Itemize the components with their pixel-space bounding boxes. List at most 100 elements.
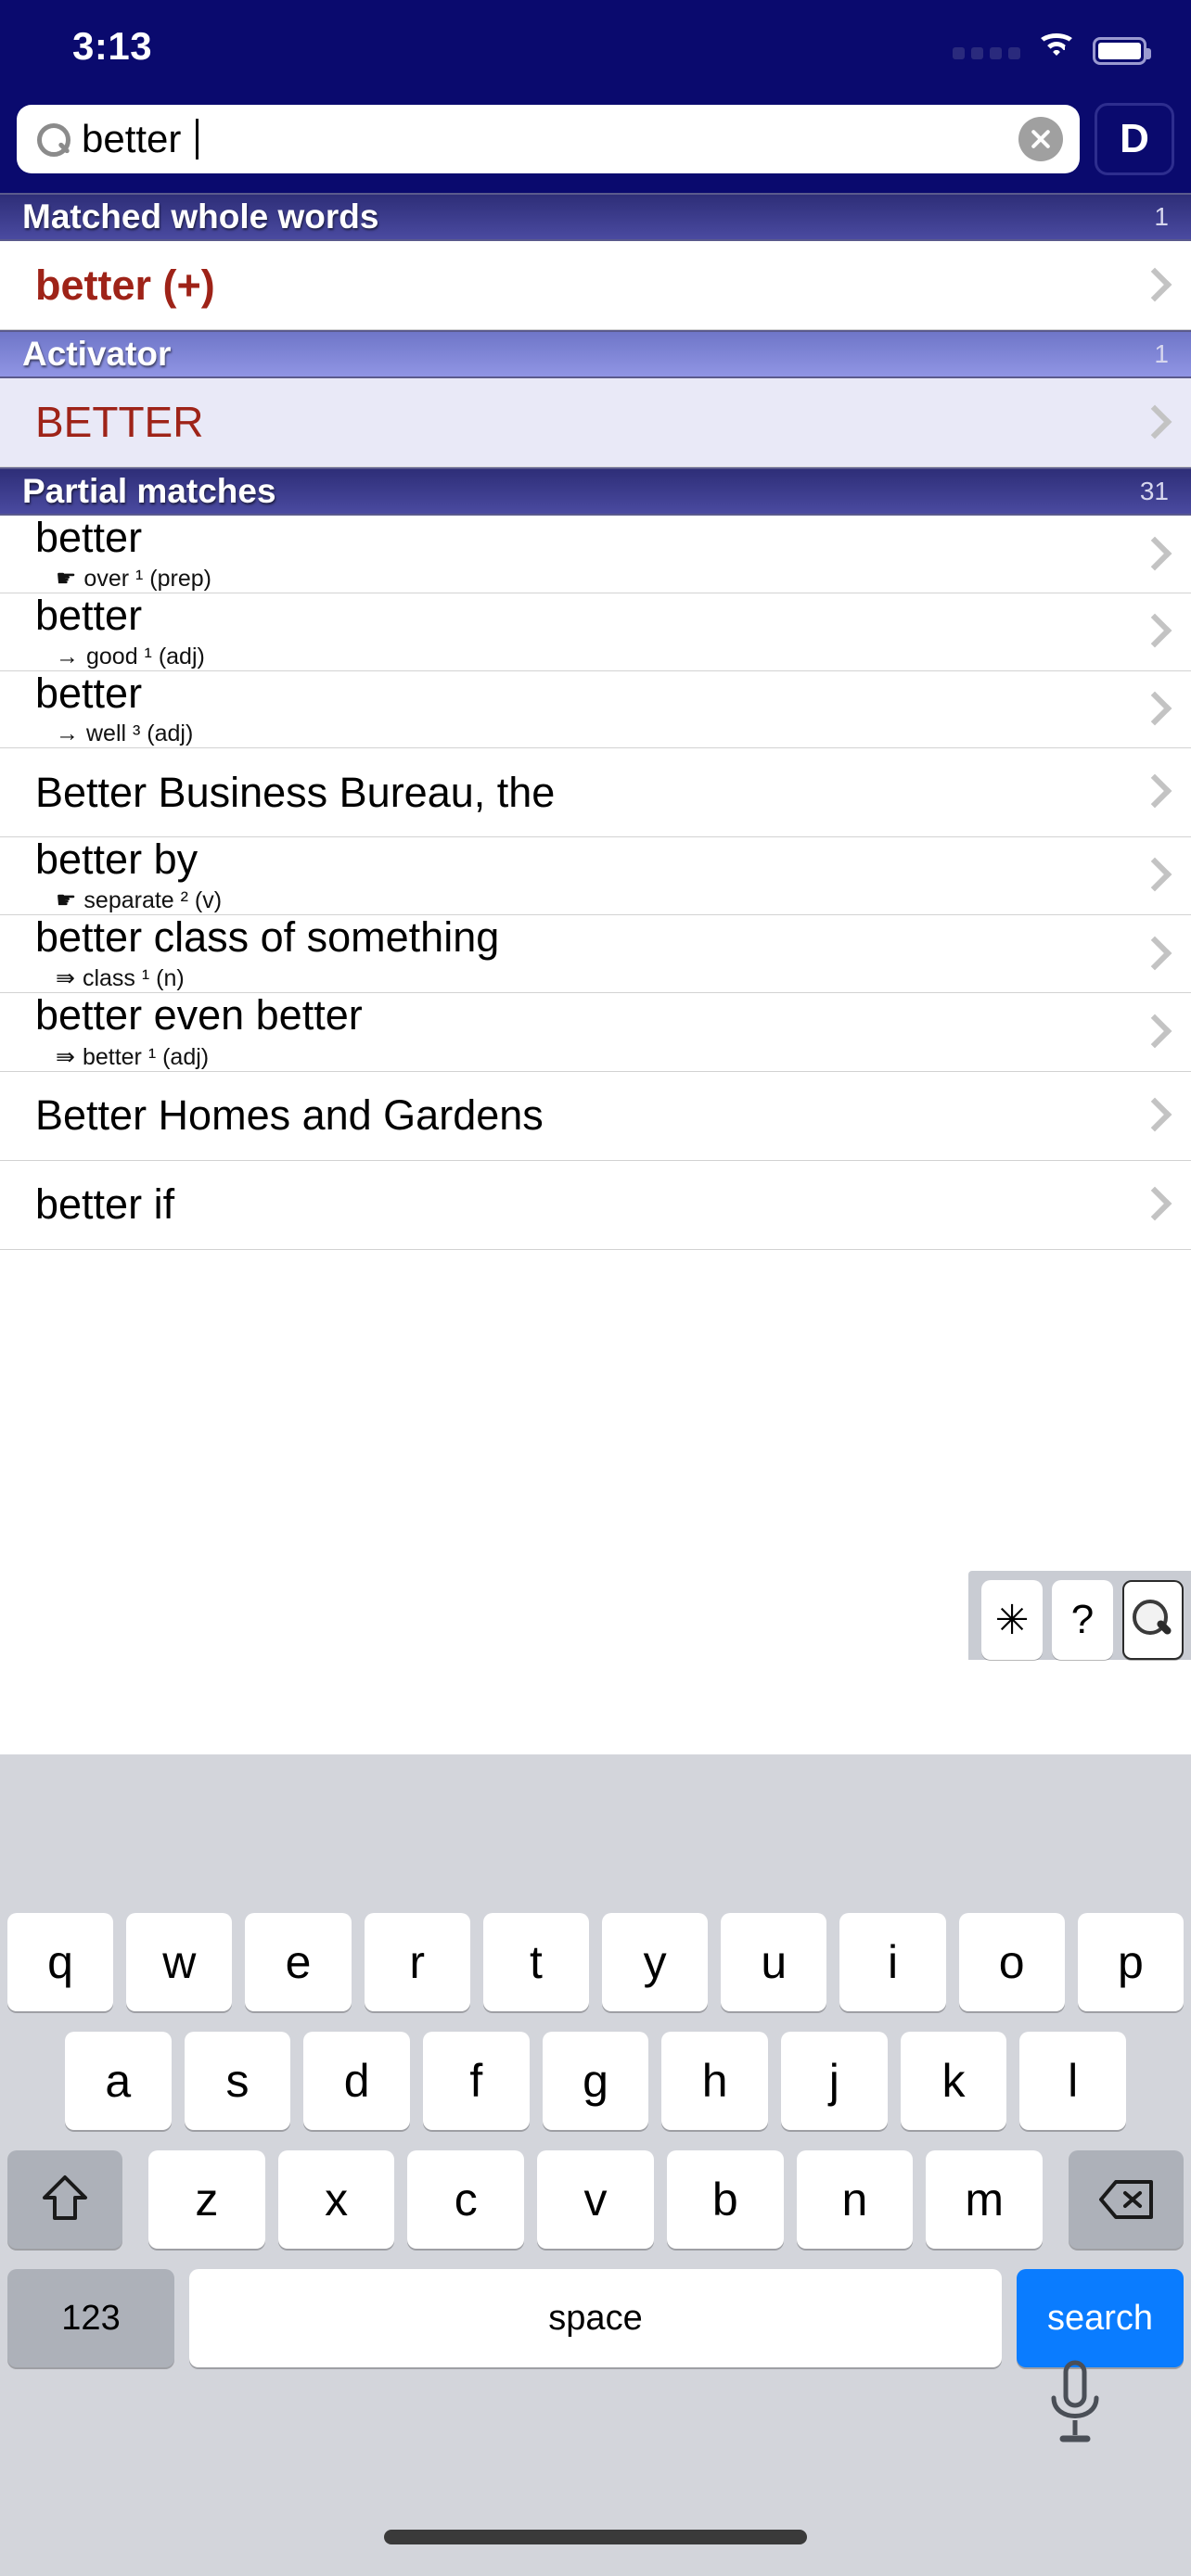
result-row[interactable]: better if (0, 1160, 1191, 1250)
result-row[interactable]: better ☛ over ¹ (prep) (0, 514, 1191, 594)
chevron-right-icon (1137, 616, 1169, 647)
search-input[interactable]: better (17, 105, 1080, 173)
chevron-right-icon (1137, 539, 1169, 570)
key-r[interactable]: r (364, 1913, 470, 2011)
pointing-hand-icon: ☛ (56, 887, 77, 913)
key-n[interactable]: n (796, 2150, 914, 2249)
home-indicator[interactable] (384, 2530, 807, 2544)
double-arrow-right-icon: ⇛ (56, 1043, 75, 1070)
key-q[interactable]: q (6, 1913, 114, 2011)
chevron-right-icon (1137, 270, 1169, 301)
result-subtitle: ⇛ better ¹ (adj) (35, 1043, 1124, 1071)
result-title: Better Business Bureau, the (35, 768, 556, 816)
key-u[interactable]: u (721, 1913, 827, 2011)
key-z[interactable]: z (148, 2150, 265, 2249)
key-m[interactable]: m (926, 2150, 1044, 2249)
key-h[interactable]: h (661, 2032, 769, 2130)
result-row[interactable]: Better Homes and Gardens (0, 1071, 1191, 1161)
dictionary-button[interactable]: D (1095, 103, 1174, 175)
on-screen-keyboard[interactable]: q w e r t y u i o p a s d f g h j k l z … (0, 1896, 1191, 2576)
backspace-key[interactable] (1069, 2150, 1184, 2249)
chevron-right-icon (1137, 860, 1169, 891)
microphone-icon[interactable] (1046, 2359, 1104, 2448)
result-title: better (35, 592, 143, 640)
results-list[interactable]: Matched whole words 1 better (+) Activat… (0, 193, 1191, 1754)
wildcard-asterisk-button[interactable]: ✳ (981, 1580, 1043, 1660)
key-a[interactable]: a (64, 2032, 172, 2130)
keyboard-row-3: z x c v b n m (0, 2150, 1191, 2249)
key-s[interactable]: s (184, 2032, 291, 2130)
search-mode-button[interactable] (1122, 1580, 1184, 1660)
section-count: 1 (1154, 339, 1169, 368)
key-y[interactable]: y (602, 1913, 709, 2011)
result-row[interactable]: better → well ³ (adj) (0, 669, 1191, 748)
section-title: Activator (22, 335, 172, 373)
result-subtitle: ☛ separate ² (v) (35, 886, 1124, 914)
keyboard-row-4: 123 space search (0, 2269, 1191, 2367)
key-i[interactable]: i (839, 1913, 946, 2011)
section-header-matched-whole-words: Matched whole words 1 (0, 193, 1191, 241)
result-subtitle: → well ³ (adj) (35, 721, 1124, 747)
result-title: better if (35, 1180, 175, 1229)
space-key[interactable]: space (189, 2269, 1002, 2367)
result-row[interactable]: better class of something ⇛ class ¹ (n) (0, 915, 1191, 994)
key-k[interactable]: k (900, 2032, 1007, 2130)
section-title: Matched whole words (22, 198, 379, 236)
key-g[interactable]: g (542, 2032, 649, 2130)
numbers-key[interactable]: 123 (7, 2269, 174, 2367)
search-icon (37, 123, 70, 157)
search-options-toolbar: ✳ ? (968, 1571, 1191, 1660)
key-w[interactable]: w (126, 1913, 233, 2011)
result-title: better (+) (35, 261, 215, 309)
key-b[interactable]: b (666, 2150, 784, 2249)
result-row[interactable]: Better Business Bureau, the (0, 747, 1191, 837)
key-l[interactable]: l (1019, 2032, 1127, 2130)
key-f[interactable]: f (423, 2032, 530, 2130)
result-title: better (35, 669, 143, 717)
result-row[interactable]: better even better ⇛ better ¹ (adj) (0, 991, 1191, 1072)
status-time: 3:13 (72, 24, 153, 68)
chevron-right-icon (1137, 1100, 1169, 1131)
key-t[interactable]: t (482, 1913, 589, 2011)
key-d[interactable]: d (303, 2032, 410, 2130)
result-row-better-plus[interactable]: better (+) (0, 241, 1191, 330)
result-row-activator-better[interactable]: BETTER (0, 378, 1191, 467)
wildcard-question-button[interactable]: ? (1052, 1580, 1113, 1660)
keyboard-row-2: a s d f g h j k l (0, 2032, 1191, 2130)
key-v[interactable]: v (537, 2150, 654, 2249)
key-c[interactable]: c (407, 2150, 525, 2249)
result-subtitle: → good ¹ (adj) (35, 644, 1124, 670)
result-subtitle-text: well ³ (adj) (86, 720, 194, 746)
chevron-right-icon (1137, 776, 1169, 808)
key-j[interactable]: j (781, 2032, 888, 2130)
chevron-right-icon (1137, 1189, 1169, 1220)
result-subtitle-text: over ¹ (prep) (83, 566, 211, 593)
battery-full-icon (1093, 37, 1151, 65)
status-indicators (953, 24, 1151, 65)
search-query-text: better (82, 117, 182, 160)
chevron-right-icon (1137, 1016, 1169, 1048)
section-header-partial-matches: Partial matches 31 (0, 467, 1191, 516)
section-title: Partial matches (22, 472, 276, 510)
chevron-right-icon (1137, 938, 1169, 970)
wifi-icon (1035, 33, 1078, 65)
result-row[interactable]: better → good ¹ (adj) (0, 592, 1191, 671)
search-bar: better D (0, 85, 1191, 193)
key-p[interactable]: p (1077, 1913, 1185, 2011)
result-row[interactable]: better by ☛ separate ² (v) (0, 836, 1191, 915)
key-e[interactable]: e (245, 1913, 352, 2011)
backspace-icon (1097, 2178, 1155, 2221)
clear-icon[interactable] (1018, 117, 1063, 161)
magnifier-icon (1133, 1600, 1173, 1640)
status-bar: 3:13 (0, 0, 1191, 85)
search-key[interactable]: search (1017, 2269, 1184, 2367)
key-x[interactable]: x (277, 2150, 395, 2249)
text-caret (196, 119, 199, 159)
result-title: BETTER (35, 398, 204, 447)
key-o[interactable]: o (958, 1913, 1065, 2011)
result-title: better even better (35, 991, 363, 1039)
section-count: 1 (1154, 202, 1169, 231)
double-arrow-right-icon: ⇛ (56, 965, 75, 992)
shift-key[interactable] (7, 2150, 122, 2249)
result-title: better (35, 514, 143, 561)
